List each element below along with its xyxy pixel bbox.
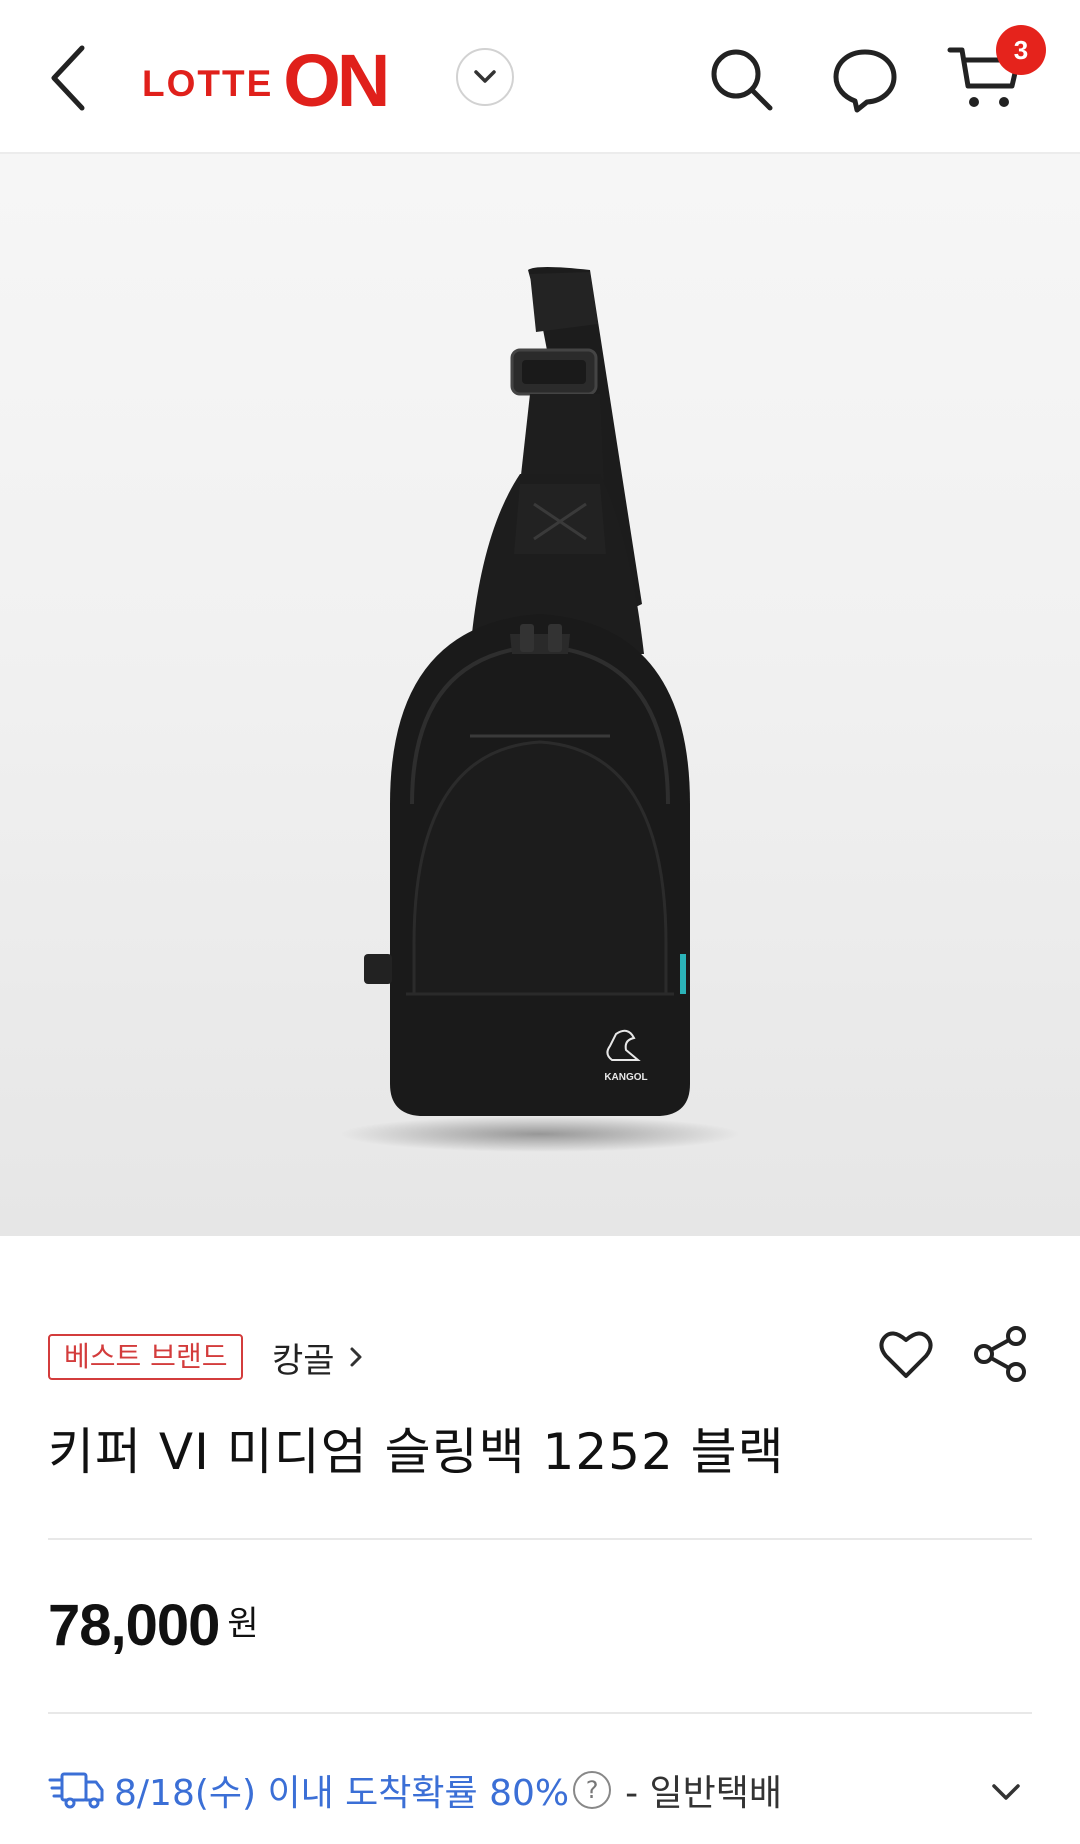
brand-link[interactable]: 캉골	[272, 1334, 363, 1381]
chevron-left-icon	[51, 45, 85, 111]
cart-count-badge: 3	[996, 25, 1046, 75]
divider	[48, 1538, 1032, 1540]
search-icon	[711, 49, 773, 111]
share-button[interactable]	[972, 1324, 1030, 1384]
back-button[interactable]	[40, 38, 100, 118]
bag-logo-text: KANGOL	[604, 1072, 647, 1083]
chevron-down-icon	[474, 70, 496, 83]
product-image[interactable]: KANGOL	[0, 154, 1080, 1236]
price-currency: 원	[227, 1604, 259, 1644]
brand-name: 캉골	[272, 1340, 335, 1381]
sling-bag-illustration: KANGOL	[340, 267, 740, 1152]
product-title: 키퍼 VI 미디엄 슬링백 1252 블랙	[48, 1423, 785, 1481]
logo-on-text: ON	[283, 38, 390, 122]
lotte-on-logo[interactable]: LOTTE ON	[142, 38, 390, 122]
wishlist-button[interactable]	[876, 1324, 936, 1384]
help-icon[interactable]: ?	[573, 1771, 612, 1809]
chat-bubble-icon	[833, 49, 897, 113]
divider	[48, 1712, 1032, 1714]
logo-lotte-text: LOTTE	[142, 63, 274, 104]
price-row: 78,000 원	[48, 1592, 259, 1659]
chevron-down-icon[interactable]	[988, 1774, 1024, 1810]
heart-icon	[879, 1331, 933, 1378]
delivery-info-row[interactable]: 8/18(수) 이내 도착확률 80% ? - 일반택배	[48, 1760, 1032, 1820]
chevron-right-icon	[350, 1347, 362, 1367]
delivery-method: - 일반택배	[625, 1773, 783, 1814]
delivery-estimate: 8/18(수) 이내 도착확률 80%	[114, 1773, 570, 1814]
delivery-truck-icon	[48, 1772, 104, 1809]
search-button[interactable]	[706, 44, 776, 114]
service-menu-button[interactable]	[456, 48, 514, 106]
chat-button[interactable]	[830, 44, 900, 114]
share-icon	[974, 1326, 1026, 1382]
product-price: 78,000	[48, 1593, 220, 1658]
top-bar: LOTTE ON 3	[0, 0, 1080, 154]
best-brand-badge: 베스트 브랜드	[48, 1334, 244, 1380]
